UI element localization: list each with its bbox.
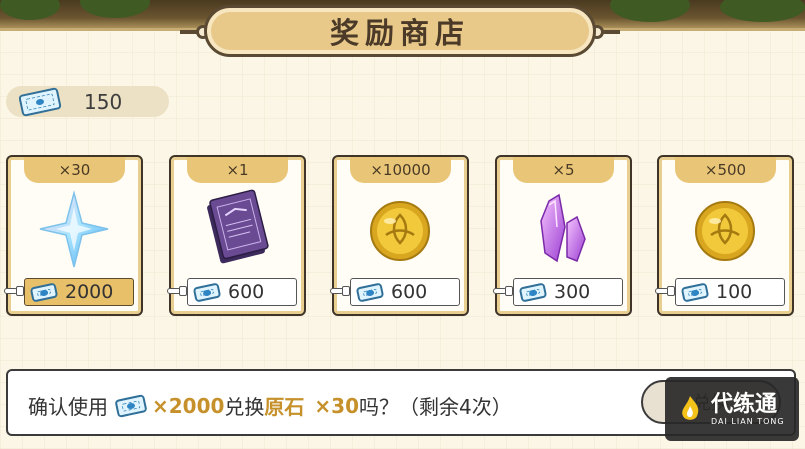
watermark-logo: 代练通 DAI LIAN TONG [665, 377, 799, 441]
confirm-suffix: 吗？（剩余4次） [359, 395, 512, 419]
item-price: 600 [228, 281, 265, 303]
item-quantity: ×5 [513, 157, 614, 183]
item-quantity: ×10000 [350, 157, 451, 183]
flame-logo-icon [682, 396, 699, 420]
ticket-icon [18, 86, 62, 117]
item-price: 300 [554, 281, 591, 303]
item-quantity: ×30 [24, 157, 125, 183]
price-tag: 600 [350, 278, 460, 306]
confirm-reward-qty: ×30 [314, 393, 360, 418]
item-quantity: ×1 [187, 157, 288, 183]
confirm-mid: 兑换 [224, 395, 265, 419]
price-tag: 2000 [24, 278, 134, 306]
mora-coin-icon [695, 201, 755, 261]
title-plaque: 奖励商店 [204, 5, 596, 57]
price-tag: 300 [513, 278, 623, 306]
chain-link [16, 286, 24, 296]
book-icon [207, 189, 269, 264]
crystal-icon [540, 193, 586, 263]
currency-balance: 150 [6, 86, 169, 117]
shop-item-card[interactable]: ×1 600 [167, 155, 306, 316]
chain-link [667, 286, 675, 296]
ticket-icon [680, 281, 710, 303]
shop-item-card[interactable]: ×30 2000 [4, 155, 143, 316]
mora-coin-icon [370, 201, 430, 261]
watermark-subtitle: DAI LIAN TONG [711, 416, 785, 426]
confirm-reward-name: 原石 [264, 395, 305, 419]
chain-link [342, 286, 350, 296]
watermark-title: 代练通 [711, 391, 778, 417]
item-quantity: ×500 [675, 157, 776, 183]
chain-link [505, 286, 513, 296]
ticket-icon [114, 393, 148, 418]
chain-link [179, 286, 187, 296]
shop-item-card[interactable]: ×500 100 [655, 155, 794, 316]
price-tag: 100 [675, 278, 785, 306]
price-tag: 600 [187, 278, 297, 306]
ticket-icon [192, 281, 222, 303]
confirm-cost: ×2000 [152, 393, 225, 418]
currency-amount: 150 [84, 89, 123, 114]
shop-item-card[interactable]: ×10000 600 [330, 155, 469, 316]
item-price: 2000 [65, 281, 114, 303]
primogem-icon [39, 190, 109, 268]
ticket-icon [29, 281, 59, 303]
shop-item-card[interactable]: ×5 300 [493, 155, 632, 316]
page-title: 奖励商店 [329, 16, 470, 50]
confirm-message: 确认使用 ×2000 兑换 原石 ×30 吗？（剩余4次） [28, 391, 512, 420]
ticket-icon [355, 281, 385, 303]
ticket-icon [518, 281, 548, 303]
item-price: 600 [391, 281, 428, 303]
confirm-prefix: 确认使用 [28, 395, 108, 419]
item-price: 100 [716, 281, 753, 303]
